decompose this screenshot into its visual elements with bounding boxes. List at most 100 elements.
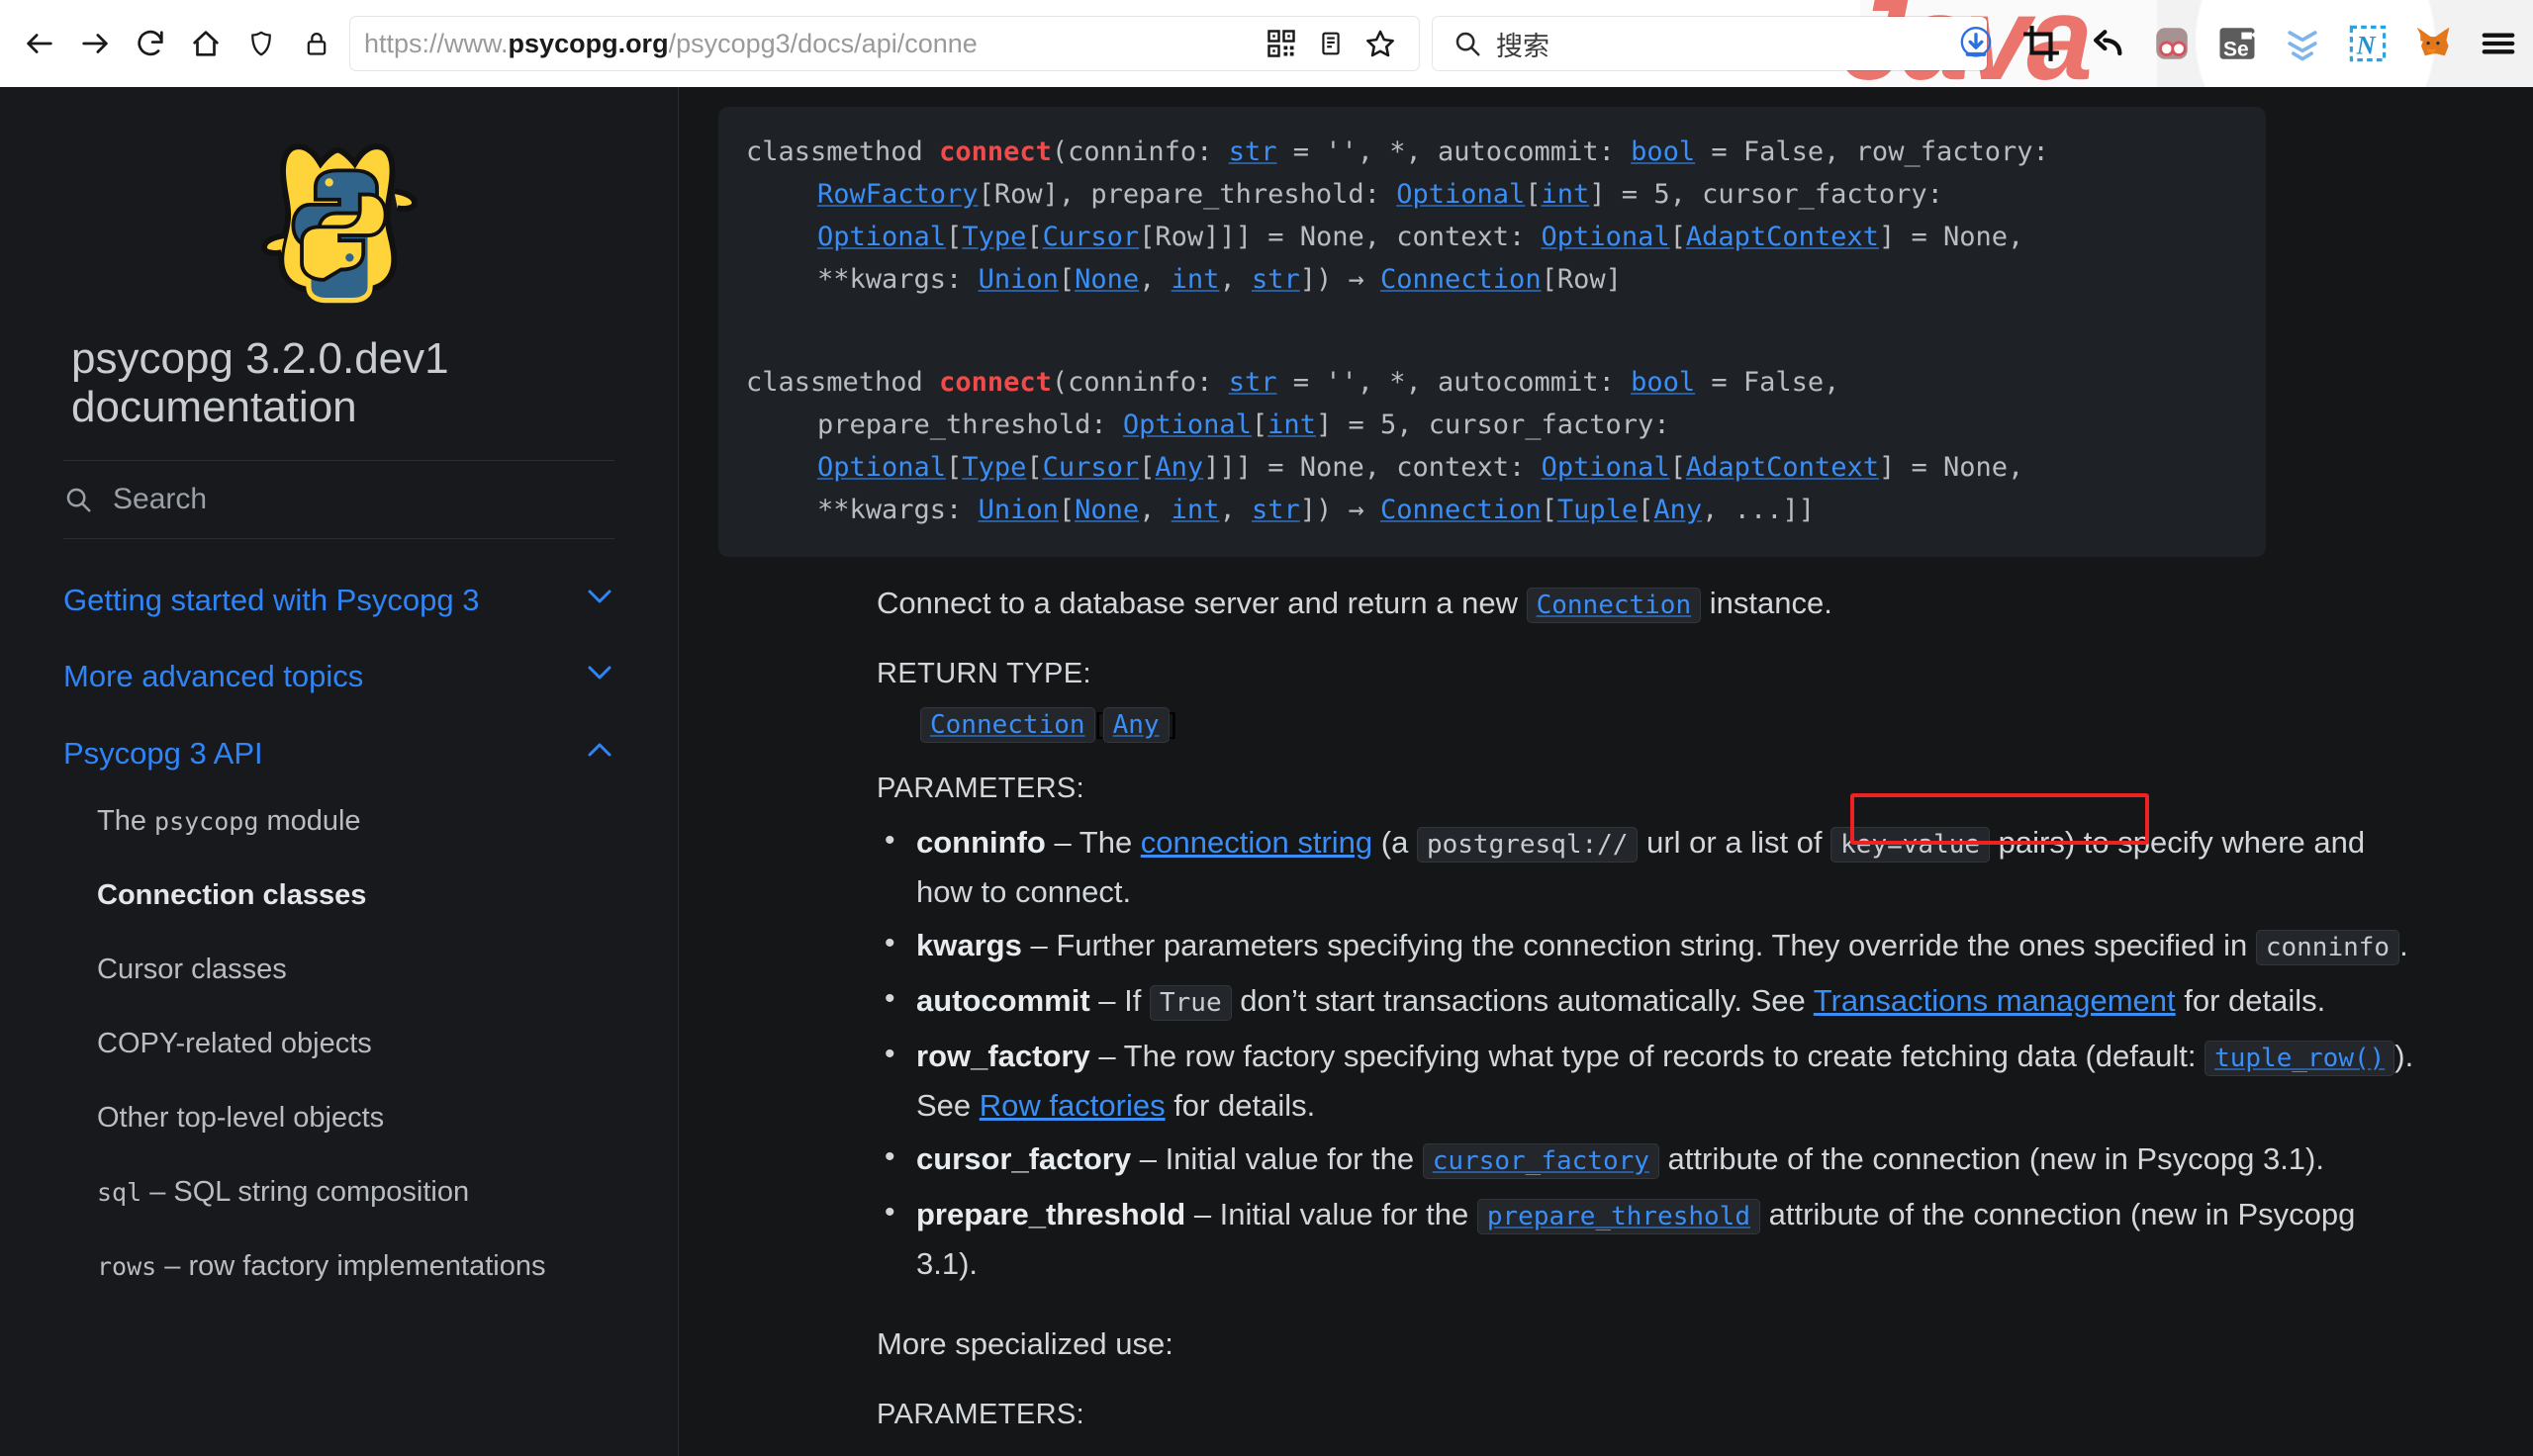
tuple-row-code[interactable]: tuple_row() bbox=[2205, 1041, 2395, 1076]
connect-method-name[interactable]: connect bbox=[939, 136, 1052, 167]
prepare-threshold-code[interactable]: prepare_threshold bbox=[1476, 1199, 1760, 1234]
type-link-adaptcontext[interactable]: AdaptContext bbox=[1686, 222, 1879, 252]
param-name: kwargs bbox=[916, 928, 1022, 962]
sidebar-item-cursor-classes[interactable]: Cursor classes bbox=[97, 952, 614, 988]
sidebar-search-input[interactable]: Search bbox=[63, 459, 614, 539]
type-link-none[interactable]: None bbox=[1075, 495, 1139, 525]
return-type-any[interactable]: Any bbox=[1102, 707, 1170, 743]
type-link-str[interactable]: str bbox=[1252, 264, 1300, 295]
type-link-int[interactable]: int bbox=[1172, 264, 1220, 295]
sidebar-item-label: COPY-related objects bbox=[97, 1027, 372, 1059]
type-link-str[interactable]: str bbox=[1229, 367, 1277, 398]
crop-screenshot-icon[interactable] bbox=[2018, 21, 2064, 66]
blue-chevrons-icon[interactable] bbox=[2280, 21, 2325, 66]
bookmark-star-icon[interactable] bbox=[1356, 19, 1405, 68]
type-link-type[interactable]: Type bbox=[962, 222, 1026, 252]
signature-line: classmethod connect(conninfo: str = '', … bbox=[746, 136, 2049, 167]
lock-icon[interactable] bbox=[289, 16, 344, 71]
sidebar-item-label: Cursor classes bbox=[97, 953, 287, 985]
nimbus-capture-icon[interactable]: N bbox=[2345, 21, 2391, 66]
parameters-label: PARAMETERS: bbox=[877, 773, 1085, 804]
app-menu-icon[interactable] bbox=[2476, 21, 2521, 66]
type-link-optional[interactable]: Optional bbox=[817, 452, 946, 483]
type-link-str[interactable]: str bbox=[1229, 136, 1277, 167]
shield-icon[interactable] bbox=[234, 16, 289, 71]
type-link-optional[interactable]: Optional bbox=[1396, 179, 1525, 210]
sidebar-item-copy-related-objects[interactable]: COPY-related objects bbox=[97, 1026, 614, 1062]
type-link-optional[interactable]: Optional bbox=[1542, 452, 1670, 483]
connection-class-ref[interactable]: Connection bbox=[1526, 588, 1702, 623]
sidebar-item-code: sql bbox=[97, 1178, 142, 1208]
row-factories-link[interactable]: Row factories bbox=[980, 1088, 1166, 1123]
search-bar[interactable]: 搜索 bbox=[1433, 17, 1987, 70]
type-link-optional[interactable]: Optional bbox=[817, 222, 946, 252]
connection-string-link[interactable]: connection string bbox=[1141, 825, 1372, 860]
reader-view-icon[interactable] bbox=[1306, 19, 1356, 68]
method-signature-block: classmethod connect(conninfo: str = '', … bbox=[718, 107, 2266, 557]
sidebar-group-psycopg-3-api[interactable]: Psycopg 3 API bbox=[63, 734, 614, 774]
site-logo[interactable] bbox=[40, 87, 638, 311]
cursor-factory-code[interactable]: cursor_factory bbox=[1422, 1143, 1659, 1179]
return-type-connection[interactable]: Connection bbox=[920, 707, 1095, 743]
back-button[interactable] bbox=[12, 16, 67, 71]
type-link-adaptcontext[interactable]: AdaptContext bbox=[1686, 452, 1879, 483]
type-link-str[interactable]: str bbox=[1252, 495, 1300, 525]
sidebar-item-psycopg-module[interactable]: The psycopg module bbox=[97, 803, 614, 840]
type-link-cursor[interactable]: Cursor bbox=[1043, 452, 1140, 483]
signature-line: **kwargs: Union[None, int, str]) → Conne… bbox=[817, 495, 1815, 525]
sidebar-group-advanced-topics[interactable]: More advanced topics bbox=[63, 657, 614, 696]
signature-line: **kwargs: Union[None, int, str]) → Conne… bbox=[817, 264, 1622, 295]
type-link-any[interactable]: Any bbox=[1653, 495, 1702, 525]
undo-arrow-icon[interactable] bbox=[2084, 21, 2129, 66]
type-link-int[interactable]: int bbox=[1542, 179, 1590, 210]
download-icon[interactable] bbox=[1953, 21, 1999, 66]
sidebar-group-label: More advanced topics bbox=[63, 659, 364, 694]
sidebar-nav: Getting started with Psycopg 3 More adva… bbox=[40, 581, 638, 1286]
type-link-union[interactable]: Union bbox=[979, 495, 1059, 525]
param-name: conninfo bbox=[916, 825, 1046, 860]
chevron-up-icon[interactable] bbox=[585, 740, 614, 765]
type-link-union[interactable]: Union bbox=[979, 264, 1059, 295]
type-link-cursor[interactable]: Cursor bbox=[1043, 222, 1140, 252]
reload-button[interactable] bbox=[123, 16, 178, 71]
type-link-optional[interactable]: Optional bbox=[1123, 410, 1252, 440]
chevron-down-icon[interactable] bbox=[585, 587, 614, 611]
sidebar-item-sql-string-composition[interactable]: sql – SQL string composition bbox=[97, 1174, 614, 1211]
param-row-factory: row_factory – The row factory specifying… bbox=[877, 1031, 2414, 1130]
sidebar-item-rows-row-factories[interactable]: rows – row factory implementations bbox=[97, 1248, 614, 1285]
type-link-connection[interactable]: Connection bbox=[1380, 495, 1542, 525]
type-link-type[interactable]: Type bbox=[962, 452, 1026, 483]
type-link-bool[interactable]: bool bbox=[1631, 136, 1695, 167]
type-link-connection[interactable]: Connection bbox=[1380, 264, 1542, 295]
conninfo-code: conninfo bbox=[2255, 930, 2400, 965]
address-bar[interactable]: https://www.psycopg.org/psycopg3/docs/ap… bbox=[350, 17, 1419, 70]
connect-method-name[interactable]: connect bbox=[939, 367, 1052, 398]
type-link-optional[interactable]: Optional bbox=[1542, 222, 1670, 252]
forward-button[interactable] bbox=[67, 16, 123, 71]
selenium-ide-icon[interactable]: Se bbox=[2214, 21, 2260, 66]
qr-code-icon[interactable] bbox=[1257, 19, 1306, 68]
sidebar-group-getting-started[interactable]: Getting started with Psycopg 3 bbox=[63, 581, 614, 620]
metamask-fox-icon[interactable] bbox=[2410, 21, 2456, 66]
psycopg-elephant-python-logo bbox=[260, 143, 418, 304]
type-link-none[interactable]: None bbox=[1075, 264, 1139, 295]
type-link-rowfactory[interactable]: RowFactory bbox=[817, 179, 979, 210]
url-text: https://www.psycopg.org/psycopg3/docs/ap… bbox=[364, 28, 978, 58]
signature-line: classmethod connect(conninfo: str = '', … bbox=[746, 367, 1840, 398]
param-cursor-factory: cursor_factory – Initial value for the c… bbox=[877, 1134, 2414, 1185]
type-link-int[interactable]: int bbox=[1172, 495, 1220, 525]
type-link-bool[interactable]: bool bbox=[1631, 367, 1695, 398]
sidebar-item-code: psycopg bbox=[154, 806, 259, 836]
sidebar-group-label: Psycopg 3 API bbox=[63, 735, 263, 771]
sidebar-item-other-top-level-objects[interactable]: Other top-level objects bbox=[97, 1100, 614, 1137]
param-name: cursor_factory bbox=[916, 1141, 1132, 1176]
type-link-tuple[interactable]: Tuple bbox=[1557, 495, 1638, 525]
transactions-management-link[interactable]: Transactions management bbox=[1814, 983, 2176, 1018]
type-link-any[interactable]: Any bbox=[1155, 452, 1203, 483]
type-link-int[interactable]: int bbox=[1267, 410, 1316, 440]
sidebar-item-connection-classes[interactable]: Connection classes bbox=[97, 877, 614, 914]
two-circles-icon[interactable] bbox=[2149, 21, 2195, 66]
more-specialized-use-text: More specialized use: bbox=[877, 1326, 1173, 1361]
chevron-down-icon[interactable] bbox=[585, 663, 614, 687]
home-button[interactable] bbox=[178, 16, 234, 71]
